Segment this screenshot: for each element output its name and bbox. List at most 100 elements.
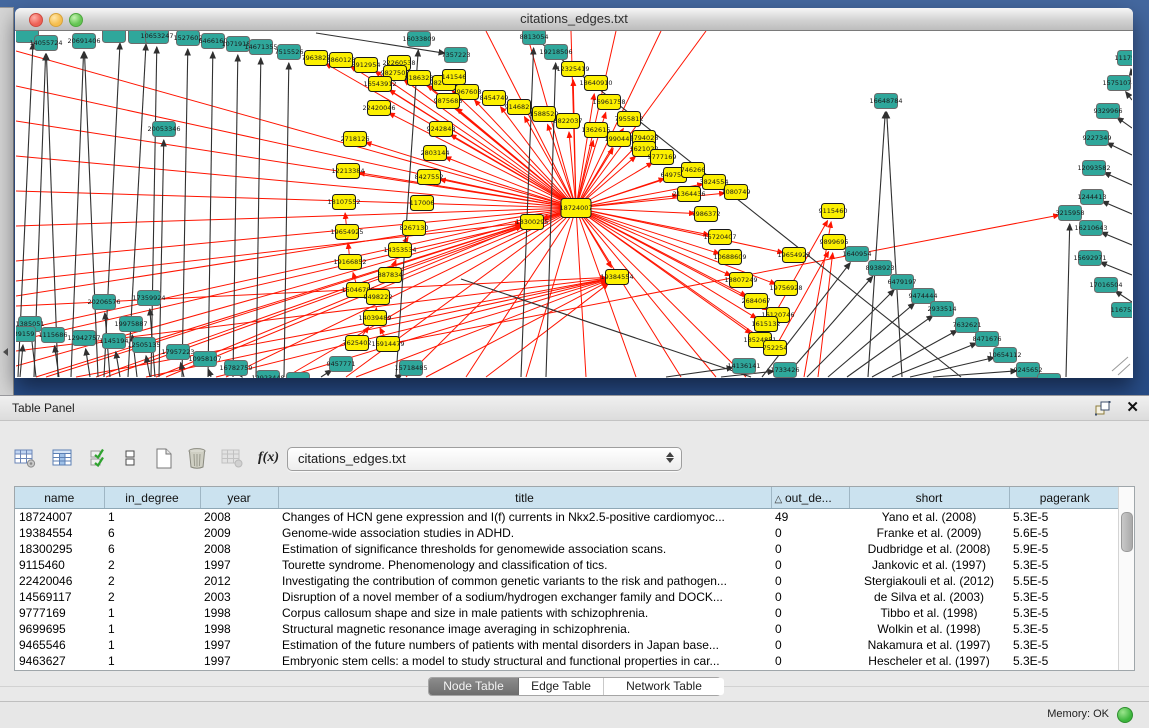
table-cell[interactable]: 1998: [200, 605, 278, 621]
table-row[interactable]: 911546021997Tourette syndrome. Phenomeno…: [15, 557, 1120, 573]
table-row[interactable]: 969969511998Structural magnetic resonanc…: [15, 621, 1120, 637]
table-row[interactable]: 1456911722003Disruption of a novel membe…: [15, 589, 1120, 605]
network-canvas[interactable]: 1405572420691406106532471527602646616010…: [16, 31, 1132, 378]
table-cell[interactable]: 5.3E-5: [1009, 637, 1120, 653]
graph-node[interactable]: 16648784: [869, 94, 902, 109]
graph-node[interactable]: 19166852: [333, 255, 366, 270]
control-panel-splitter[interactable]: [0, 7, 14, 396]
splitter-collapse-icon[interactable]: [3, 348, 8, 356]
table-cell[interactable]: 1: [104, 653, 200, 669]
table-cell[interactable]: 5.3E-5: [1009, 605, 1120, 621]
table-cell[interactable]: 5.9E-5: [1009, 541, 1120, 557]
graph-node[interactable]: 39159: [16, 327, 36, 342]
table-cell[interactable]: 1997: [200, 653, 278, 669]
graph-node[interactable]: 3215958: [1056, 206, 1085, 221]
table-cell[interactable]: 1: [104, 509, 200, 526]
graph-node[interactable]: 15720407: [703, 230, 736, 245]
graph-node[interactable]: 22420046: [362, 101, 395, 116]
graph-node[interactable]: 19756928: [769, 281, 802, 296]
graph-node[interactable]: 9227349: [1083, 131, 1112, 146]
table-cell[interactable]: 2008: [200, 509, 278, 526]
graph-node[interactable]: 19384554: [600, 270, 633, 285]
graph-node[interactable]: [103, 31, 126, 43]
table-cell[interactable]: 19384554: [15, 525, 104, 541]
table-cell[interactable]: 2: [104, 573, 200, 589]
graph-node[interactable]: 12942757: [67, 331, 100, 346]
table-cell[interactable]: Stergiakouli et al. (2012): [849, 573, 1009, 589]
tab-node-table[interactable]: Node Table: [429, 678, 519, 695]
network-view-window[interactable]: citations_edges.txt 14055724206914061065…: [15, 8, 1133, 378]
table-cell[interactable]: Dudbridge et al. (2008): [849, 541, 1009, 557]
close-window-button[interactable]: [29, 13, 43, 27]
graph-node[interactable]: 7955812: [615, 112, 644, 127]
graph-node[interactable]: 7515526: [275, 45, 304, 60]
table-cell[interactable]: 1: [104, 605, 200, 621]
graph-node[interactable]: 8471676: [973, 332, 1002, 347]
graph-node[interactable]: 10654112: [988, 348, 1021, 363]
graph-node[interactable]: 21364436: [672, 187, 705, 202]
table-cell[interactable]: Estimation of significance thresholds fo…: [278, 541, 771, 557]
graph-node[interactable]: 116753: [1111, 303, 1132, 318]
table-cell[interactable]: 6: [104, 525, 200, 541]
table-cell[interactable]: 18300295: [15, 541, 104, 557]
float-panel-icon[interactable]: [1095, 401, 1111, 416]
graph-node[interactable]: 8912954: [352, 58, 381, 73]
graph-node[interactable]: 18107552: [327, 195, 360, 210]
graph-node[interactable]: 8938923: [866, 261, 895, 276]
graph-node[interactable]: 8813054: [520, 31, 549, 45]
table-cell[interactable]: 18724007: [15, 509, 104, 526]
graph-node[interactable]: 12093582: [1077, 161, 1110, 176]
graph-node[interactable]: 1080749: [722, 185, 751, 200]
graph-node[interactable]: 8822037: [554, 114, 583, 129]
graph-node[interactable]: 7625402: [343, 336, 372, 351]
table-cell[interactable]: 1997: [200, 637, 278, 653]
graph-node[interactable]: 9457771: [327, 357, 356, 372]
table-cell[interactable]: 0: [771, 605, 849, 621]
table-cell[interactable]: 1: [104, 637, 200, 653]
network-window-titlebar[interactable]: citations_edges.txt: [15, 8, 1133, 31]
graph-node[interactable]: 16210643: [1074, 221, 1107, 236]
table-cell[interactable]: 1998: [200, 621, 278, 637]
graph-node[interactable]: 9115460: [819, 204, 848, 219]
table-cell[interactable]: Tibbo et al. (1998): [849, 605, 1009, 621]
table-cell[interactable]: Nakamura et al. (1997): [849, 637, 1009, 653]
graph-node[interactable]: 9899695: [820, 235, 849, 250]
graph-node[interactable]: 20053346: [147, 122, 180, 137]
tab-edge-table[interactable]: Edge Table: [519, 678, 604, 695]
graph-node[interactable]: 9777169: [648, 150, 677, 165]
graph-node[interactable]: 12505135: [127, 338, 160, 353]
tab-network-table[interactable]: Network Table: [604, 678, 724, 695]
zoom-window-button[interactable]: [69, 13, 83, 27]
table-cell[interactable]: Hescheler et al. (1997): [849, 653, 1009, 669]
table-cell[interactable]: 14569117: [15, 589, 104, 605]
graph-node[interactable]: 16914479: [371, 337, 404, 352]
graph-node[interactable]: 14055724: [29, 36, 62, 51]
table-row[interactable]: 2242004622012Investigating the contribut…: [15, 573, 1120, 589]
table-cell[interactable]: Structural magnetic resonance image aver…: [278, 621, 771, 637]
select-all-button[interactable]: [88, 448, 110, 468]
column-header-short[interactable]: short: [849, 487, 1009, 509]
graph-node[interactable]: 2933514: [928, 302, 957, 317]
table-cell[interactable]: 0: [771, 573, 849, 589]
table-cell[interactable]: 9699695: [15, 621, 104, 637]
table-cell[interactable]: Embryonic stem cells: a model to study s…: [278, 653, 771, 669]
graph-node[interactable]: 9498222: [364, 290, 393, 305]
graph-node[interactable]: 18640910: [579, 76, 612, 91]
graph-node[interactable]: 16033809: [402, 32, 435, 47]
table-scrollbar[interactable]: [1118, 487, 1134, 670]
graph-node[interactable]: 14039489: [358, 311, 391, 326]
graph-node[interactable]: 9329966: [1094, 104, 1123, 119]
create-column-button[interactable]: [152, 448, 176, 469]
table-cell[interactable]: Jankovic et al. (1997): [849, 557, 1009, 573]
graph-node[interactable]: 7632621: [953, 318, 982, 333]
graph-node[interactable]: 19975887: [114, 317, 147, 332]
table-cell[interactable]: 0: [771, 637, 849, 653]
graph-node[interactable]: 7357223: [442, 48, 471, 63]
graph-node[interactable]: 15751074: [1102, 76, 1132, 91]
minimize-window-button[interactable]: [49, 13, 63, 27]
column-header-name[interactable]: name: [15, 487, 104, 509]
table-cell[interactable]: 5.3E-5: [1009, 557, 1120, 573]
graph-node[interactable]: 15718485: [394, 361, 427, 376]
column-header-out_de[interactable]: △ out_de...: [771, 487, 849, 509]
row-height-button[interactable]: [122, 448, 138, 468]
